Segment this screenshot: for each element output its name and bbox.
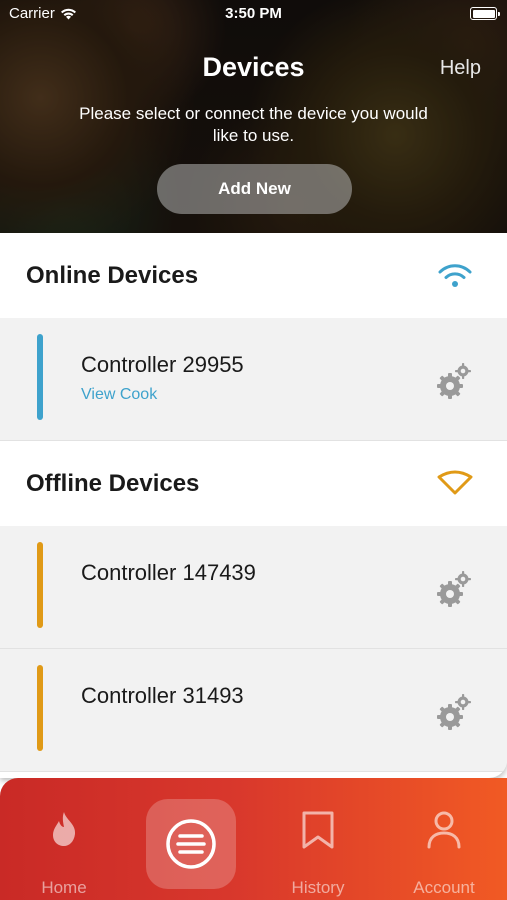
settings-icon[interactable]: [436, 569, 472, 609]
view-cook-link[interactable]: View Cook: [81, 386, 157, 404]
tab-account[interactable]: Account: [394, 778, 494, 900]
device-row[interactable]: Controller 29955 View Cook: [0, 318, 507, 441]
settings-icon[interactable]: [436, 692, 472, 732]
tab-bar: Home History Account: [0, 778, 507, 900]
status-bar: Carrier 3:50 PM: [0, 0, 507, 28]
device-name: Controller 29955: [81, 352, 244, 377]
device-row[interactable]: Controller 147439: [0, 526, 507, 649]
online-accent-bar: [37, 334, 43, 420]
tab-history-label: History: [291, 878, 345, 897]
page-title: Devices: [202, 52, 305, 82]
device-row[interactable]: Controller 31493: [0, 649, 507, 772]
tab-home[interactable]: Home: [14, 778, 114, 900]
status-time: 3:50 PM: [225, 5, 282, 22]
menu-circle-icon: [166, 819, 216, 869]
wifi-off-icon: [437, 470, 473, 495]
online-devices-title: Online Devices: [26, 261, 199, 289]
header-subtitle: Please select or connect the device you …: [79, 104, 428, 145]
offline-devices-title: Offline Devices: [26, 469, 200, 497]
battery-icon: [470, 7, 500, 20]
wifi-icon: [438, 264, 472, 287]
help-button[interactable]: Help: [440, 57, 481, 80]
device-list: Online Devices Controller 29955 View Coo…: [0, 233, 507, 778]
settings-icon[interactable]: [436, 361, 472, 401]
add-new-button[interactable]: Add New: [157, 164, 352, 214]
device-name: Controller 147439: [81, 560, 256, 585]
user-icon: [427, 811, 461, 849]
offline-accent-bar: [37, 665, 43, 751]
tab-home-label: Home: [41, 878, 87, 897]
tab-account-label: Account: [413, 878, 475, 897]
online-devices-header: Online Devices: [0, 233, 507, 318]
header: Carrier 3:50 PM Devices Help Please sele…: [0, 0, 507, 233]
device-name: Controller 31493: [81, 683, 244, 708]
tab-devices[interactable]: [146, 799, 236, 889]
bookmark-icon: [302, 811, 334, 849]
flame-icon: [53, 812, 76, 846]
tab-history[interactable]: History: [268, 778, 368, 900]
offline-accent-bar: [37, 542, 43, 628]
offline-devices-header: Offline Devices: [0, 441, 507, 526]
